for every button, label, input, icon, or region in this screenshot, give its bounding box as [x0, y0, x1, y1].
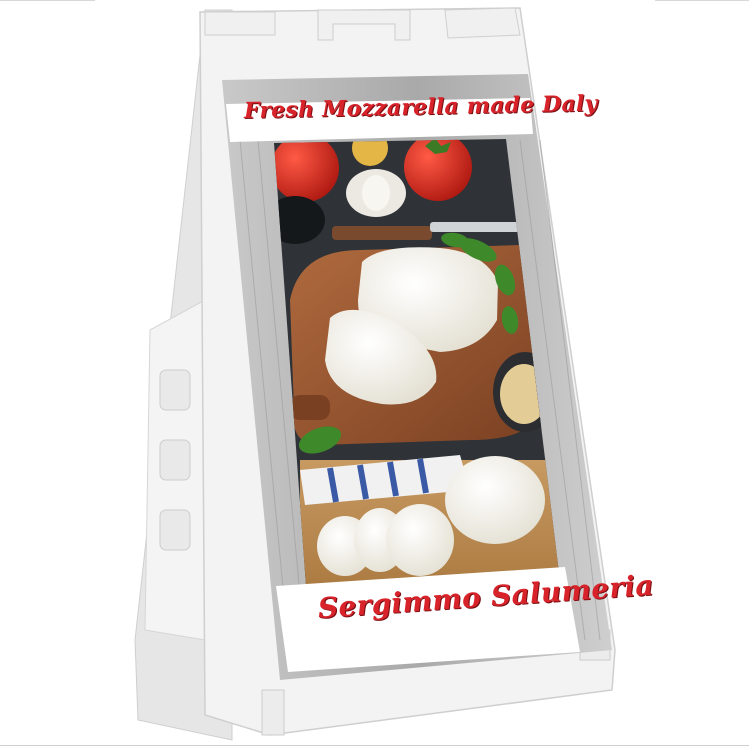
mozzarella-slice-3 [386, 504, 454, 576]
mozzarella-ball [445, 456, 545, 544]
tomato-left [274, 139, 339, 202]
bottom-hairline [0, 745, 749, 746]
